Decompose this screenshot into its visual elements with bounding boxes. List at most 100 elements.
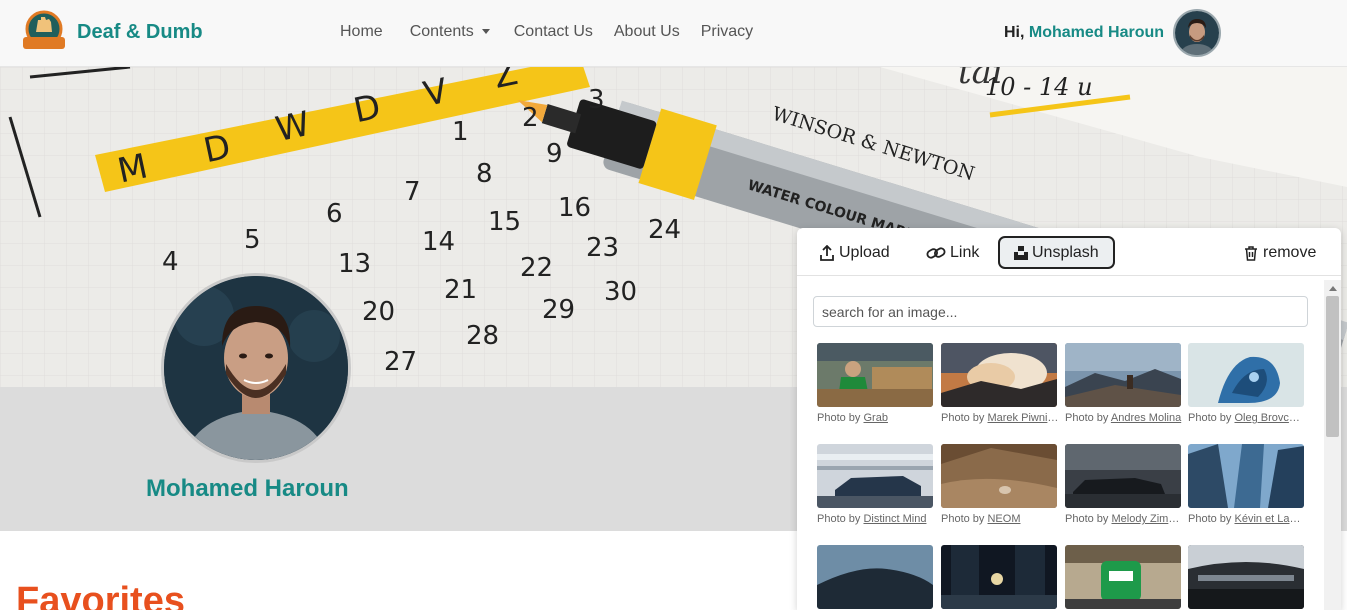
calendar-letter: D xyxy=(200,126,235,172)
photo-credit: Photo by Grab xyxy=(817,412,935,424)
calendar-number: 23 xyxy=(586,233,620,263)
calendar-number: 28 xyxy=(466,321,500,351)
photo-thumb[interactable] xyxy=(1188,545,1304,609)
calendar-number: 9 xyxy=(546,139,563,169)
credit-prefix: Photo by xyxy=(941,513,985,525)
tab-unsplash[interactable]: Unsplash xyxy=(998,236,1115,269)
photo-author-link[interactable]: Distinct Mind xyxy=(863,513,926,525)
calendar-letter: Z xyxy=(490,67,522,97)
calendar-number: 14 xyxy=(422,227,456,257)
nav-contents-dropdown[interactable]: Contents xyxy=(410,23,490,41)
link-icon xyxy=(926,246,946,259)
photo-thumb[interactable] xyxy=(941,444,1057,508)
tab-unsplash-label: Unsplash xyxy=(1032,243,1099,261)
calendar-number: 27 xyxy=(384,347,418,377)
photo-credit: Photo by NEOM xyxy=(941,513,1059,525)
tab-link[interactable]: Link xyxy=(926,236,979,269)
navbar: Deaf & Dumb Home Contents Contact Us Abo… xyxy=(0,0,1347,67)
calendar-number: 6 xyxy=(326,199,343,229)
photo-author-link[interactable]: Oleg Brovchenko xyxy=(1234,412,1306,424)
picker-scrollbar[interactable] xyxy=(1324,280,1341,610)
brand-logo-icon xyxy=(20,10,68,54)
calendar-number: 21 xyxy=(444,275,478,305)
calendar-letter: W xyxy=(272,103,314,151)
photo-credit: Photo by Andres Molina xyxy=(1065,412,1183,424)
credit-prefix: Photo by xyxy=(817,513,861,525)
photo-author-link[interactable]: Grab xyxy=(863,412,887,424)
user-greeting[interactable]: Hi, Mohamed Haroun xyxy=(1004,24,1164,42)
image-picker-panel: Upload Link Unsplash remove Photo by Gra… xyxy=(797,228,1341,610)
nav-contact-us[interactable]: Contact Us xyxy=(514,23,593,41)
credit-prefix: Photo by xyxy=(1188,513,1232,525)
greeting-text: Hi, xyxy=(1004,24,1025,41)
picker-tabs: Upload Link Unsplash remove xyxy=(797,228,1341,276)
calendar-number: 4 xyxy=(162,247,179,277)
calendar-number: 3 xyxy=(588,85,605,115)
calendar-number: 5 xyxy=(244,225,261,255)
photo-credit: Photo by Distinct Mind xyxy=(817,513,935,525)
calendar-number: 24 xyxy=(648,215,682,245)
photo-thumb[interactable] xyxy=(1188,343,1304,407)
credit-prefix: Photo by xyxy=(817,412,861,424)
unsplash-icon xyxy=(1014,245,1028,260)
profile-name: Mohamed Haroun xyxy=(146,475,349,502)
photo-thumb[interactable] xyxy=(941,343,1057,407)
marker-brand: WINSOR & NEWTON xyxy=(769,102,978,186)
calendar-letter: M xyxy=(114,146,152,192)
photo-thumb[interactable] xyxy=(1065,545,1181,609)
brand[interactable]: Deaf & Dumb xyxy=(20,10,203,54)
calendar-number: 15 xyxy=(488,207,522,237)
image-search-input[interactable] xyxy=(813,296,1308,327)
favorites-heading: Favorites xyxy=(16,580,185,610)
profile-avatar[interactable] xyxy=(161,273,351,463)
nav-privacy[interactable]: Privacy xyxy=(701,23,753,41)
tab-upload[interactable]: Upload xyxy=(819,236,890,269)
calendar-number: 29 xyxy=(542,295,576,325)
calendar-number: 2 xyxy=(522,103,539,133)
photo-credit: Photo by Marek Piwnicki xyxy=(941,412,1059,424)
calendar-number: 7 xyxy=(404,177,421,207)
calendar-number: 22 xyxy=(520,253,554,283)
remove-button[interactable]: remove xyxy=(1243,236,1316,269)
scroll-up-arrow-icon[interactable] xyxy=(1329,286,1337,291)
photo-thumb[interactable] xyxy=(941,545,1057,609)
photo-thumb[interactable] xyxy=(817,343,933,407)
calendar-number: 16 xyxy=(558,193,592,223)
user-name: Mohamed Haroun xyxy=(1028,24,1165,41)
calendar-number: 30 xyxy=(604,277,638,307)
photo-thumb[interactable] xyxy=(1188,444,1304,508)
photo-thumb[interactable] xyxy=(1065,444,1181,508)
nav-links: Home Contents Contact Us About Us Privac… xyxy=(340,23,774,41)
tab-link-label: Link xyxy=(950,243,980,261)
nav-home[interactable]: Home xyxy=(340,23,383,41)
photo-thumb[interactable] xyxy=(1065,343,1181,407)
note-text: 10 - 14 u xyxy=(985,73,1093,101)
remove-label: remove xyxy=(1263,243,1317,261)
photo-thumb[interactable] xyxy=(817,545,933,609)
tab-upload-label: Upload xyxy=(839,243,890,261)
photo-credit: Photo by Kévin et Laurianne Langlais xyxy=(1188,513,1306,525)
credit-prefix: Photo by xyxy=(1065,412,1109,424)
photo-thumb[interactable] xyxy=(817,444,933,508)
photo-author-link[interactable]: Andres Molina xyxy=(1111,412,1181,424)
calendar-letter: V xyxy=(420,71,452,115)
credit-prefix: Photo by xyxy=(1065,513,1109,525)
photo-credit: Photo by Oleg Brovchenko xyxy=(1188,412,1306,424)
credit-prefix: Photo by xyxy=(941,412,985,424)
avatar[interactable] xyxy=(1173,9,1221,57)
scrollbar-thumb[interactable] xyxy=(1326,296,1339,437)
nav-about-us[interactable]: About Us xyxy=(614,23,680,41)
photo-author-link[interactable]: Melody Zimmerman xyxy=(1111,513,1183,525)
calendar-letter: D xyxy=(350,86,385,132)
calendar-number: 20 xyxy=(362,297,396,327)
photo-author-link[interactable]: Kévin et Laurianne Langlais xyxy=(1234,513,1306,525)
photo-author-link[interactable]: NEOM xyxy=(987,513,1020,525)
photo-credit: Photo by Melody Zimmerman xyxy=(1065,513,1183,525)
photo-author-link[interactable]: Marek Piwnicki xyxy=(987,412,1059,424)
upload-icon xyxy=(820,244,834,261)
credit-prefix: Photo by xyxy=(1188,412,1232,424)
brand-name: Deaf & Dumb xyxy=(77,20,203,43)
caret-down-icon xyxy=(481,29,490,35)
calendar-number: 1 xyxy=(452,117,469,147)
nav-contents-label: Contents xyxy=(409,23,474,40)
